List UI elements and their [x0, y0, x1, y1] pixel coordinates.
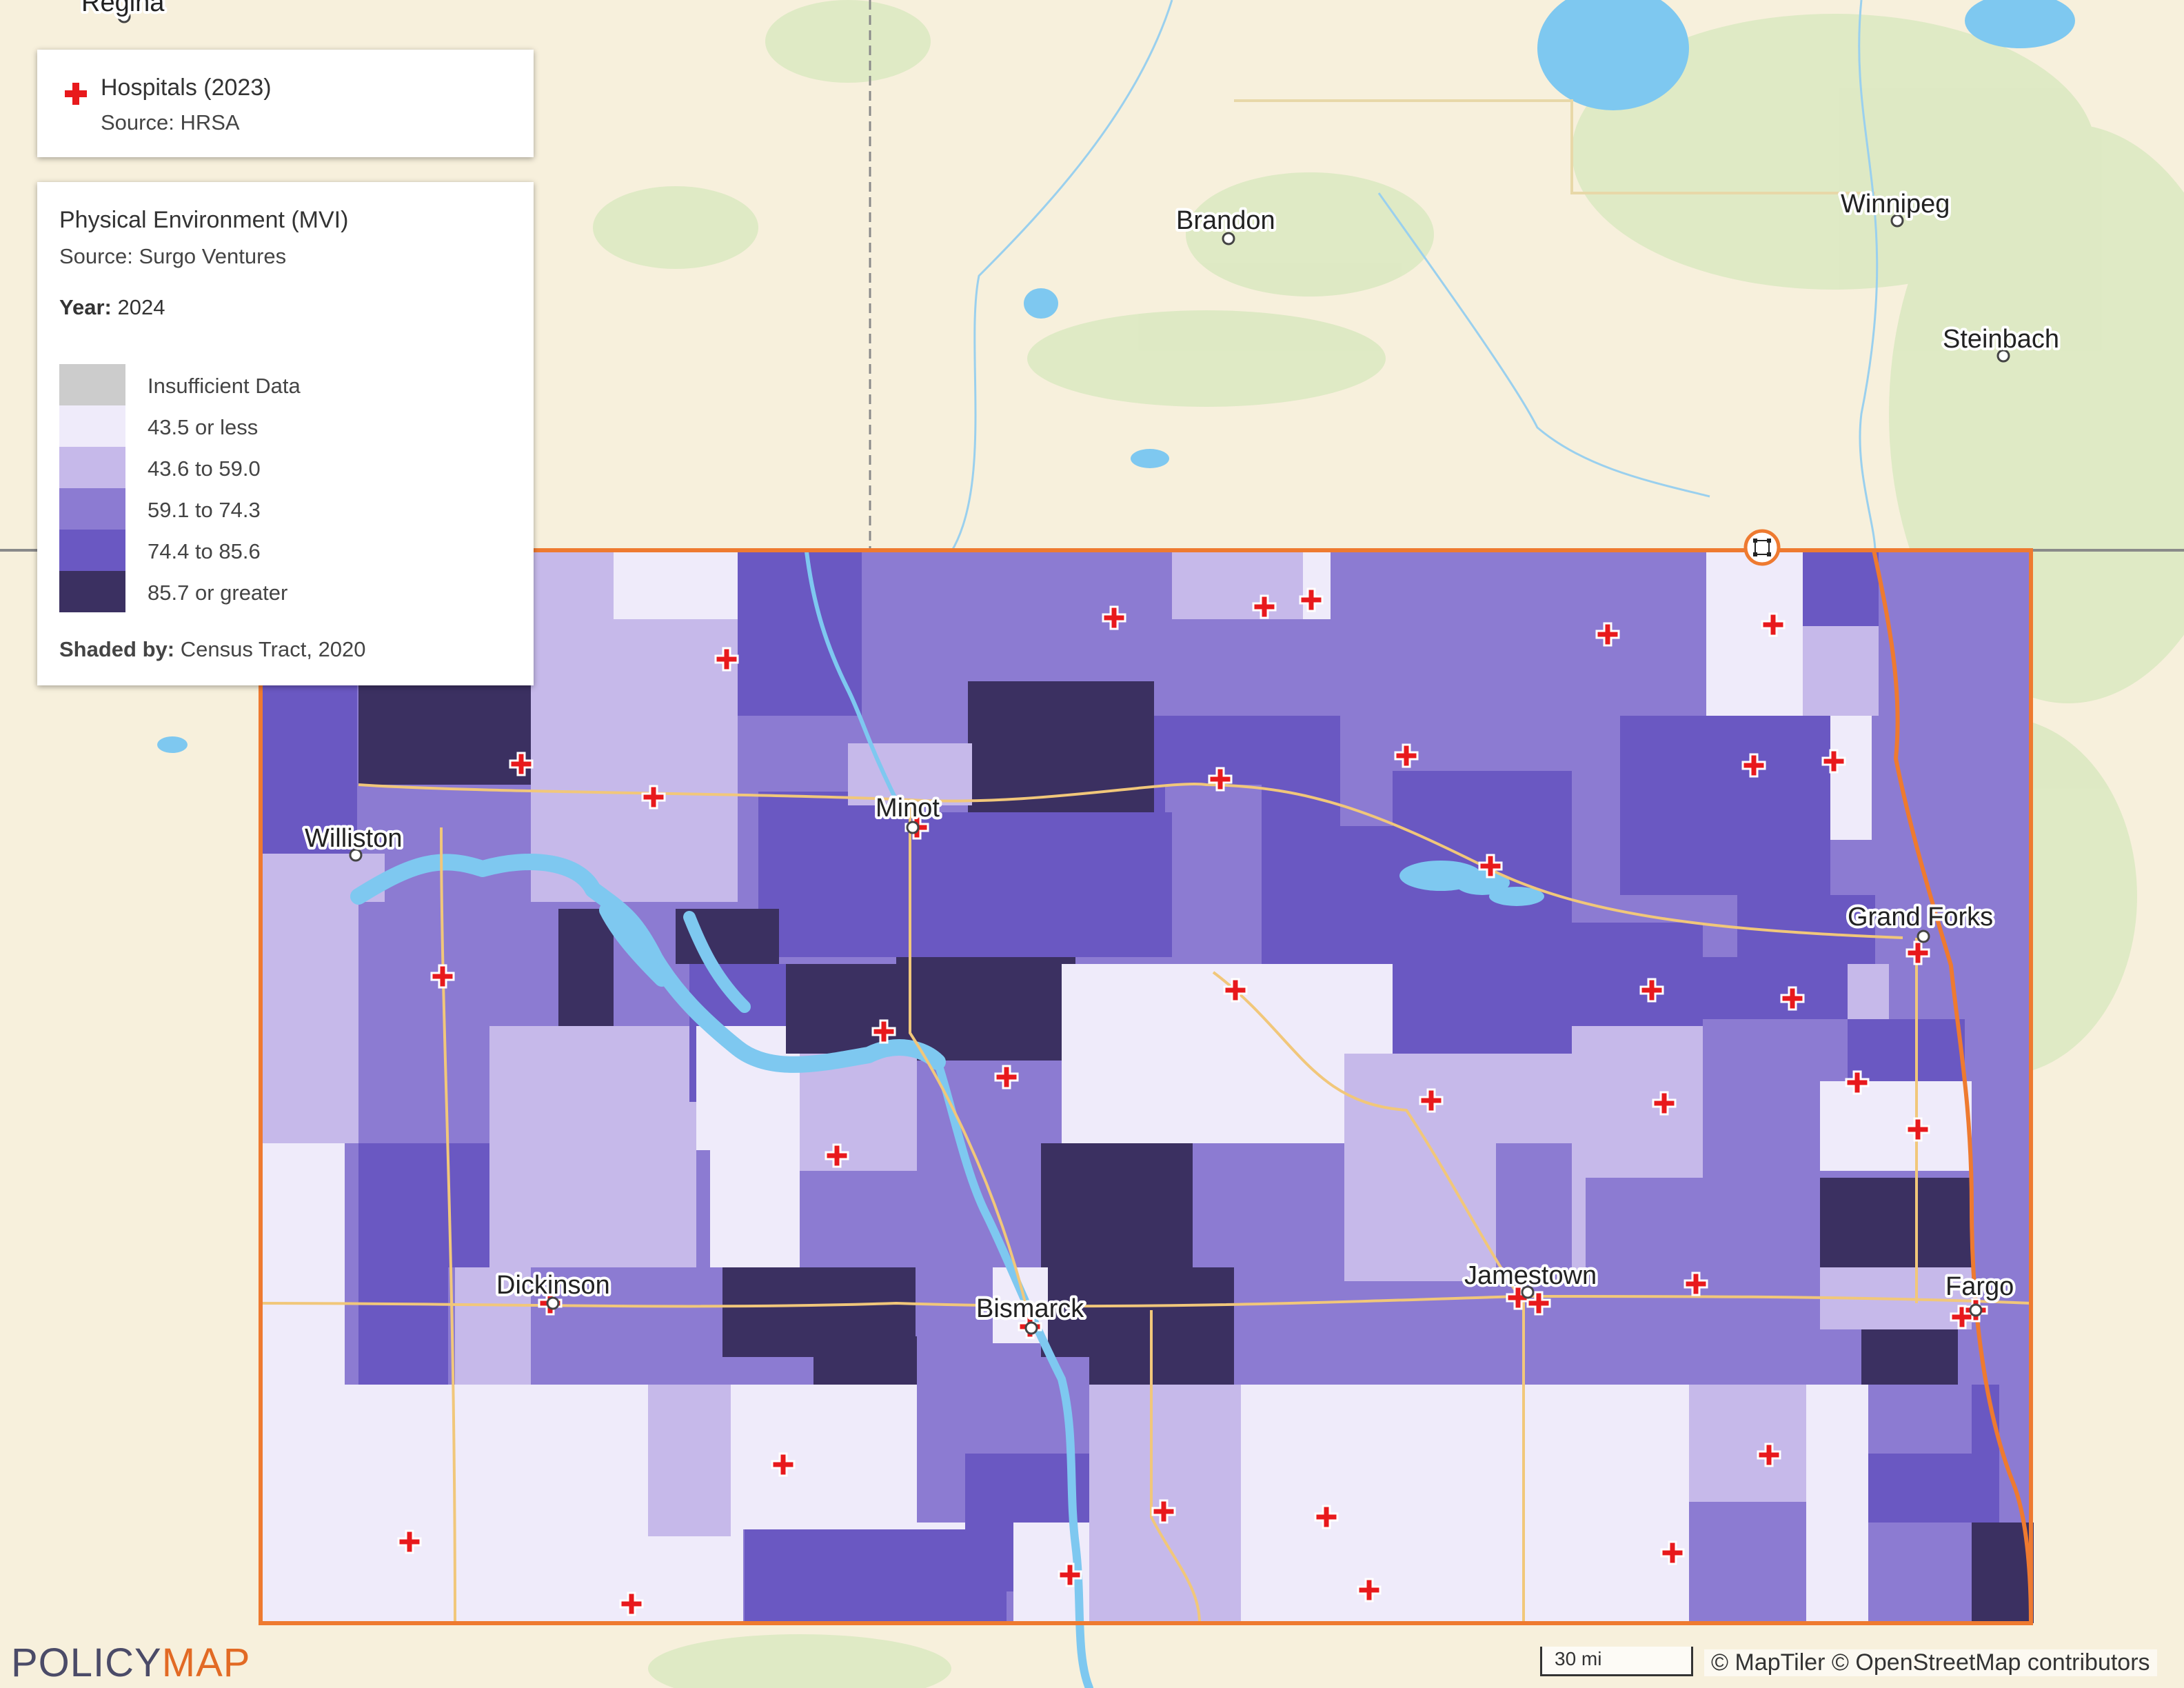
legend-swatch	[59, 447, 125, 488]
legend-bin-label: 85.7 or greater	[148, 581, 288, 605]
scale-label: 30 mi	[1555, 1648, 1602, 1669]
city-label-fargo: Fargo	[1945, 1272, 2014, 1301]
legend-bins: Insufficient Data 43.5 or less 43.6 to 5…	[59, 364, 501, 612]
mvi-legend-source: Source: Surgo Ventures	[59, 244, 287, 268]
legend-swatch	[59, 530, 125, 571]
legend-swatch	[59, 488, 125, 530]
city-label-williston: Williston	[305, 824, 402, 853]
legend-bin-label: 43.5 or less	[148, 415, 259, 439]
fullscreen-icon[interactable]	[1743, 528, 1781, 567]
mvi-legend-title: Physical Environment (MVI)	[59, 207, 349, 233]
map-attribution[interactable]: © MapTiler © OpenStreetMap contributors	[1704, 1649, 2157, 1676]
logo-part2: MAP	[161, 1640, 251, 1685]
city-label-minot: Minot	[876, 794, 940, 823]
scale-bar: 30 mi	[1540, 1647, 1693, 1676]
legend-swatch	[59, 405, 125, 447]
policymap-logo: POLICYMAP	[11, 1640, 250, 1686]
legend-bin: 59.1 to 74.3	[59, 488, 501, 530]
legend-swatch	[59, 364, 125, 405]
city-label-jamestown: Jamestown	[1464, 1261, 1597, 1290]
legend-bin-label: 43.6 to 59.0	[148, 456, 261, 481]
legend-swatch	[59, 571, 125, 612]
mvi-legend: Physical Environment (MVI) Source: Surgo…	[37, 182, 534, 685]
legend-bin: 43.5 or less	[59, 405, 501, 447]
shaded-by-label: Shaded by:	[59, 637, 175, 661]
city-label-dickinson: Dickinson	[496, 1271, 610, 1300]
city-label-regina: Regina	[81, 0, 165, 17]
hospital-legend: Hospitals (2023) Source: HRSA	[37, 50, 534, 157]
legend-bin: 85.7 or greater	[59, 571, 501, 612]
shaded-by: Shaded by: Census Tract, 2020	[59, 637, 366, 662]
legend-bin: Insufficient Data	[59, 364, 501, 405]
hospital-legend-title: Hospitals (2023)	[101, 74, 272, 101]
legend-bin-label: 59.1 to 74.3	[148, 498, 261, 522]
legend-bin-label: 74.4 to 85.6	[148, 539, 261, 563]
legend-bin: 74.4 to 85.6	[59, 530, 501, 571]
legend-bin-label: Insufficient Data	[148, 374, 301, 398]
city-label-bismarck: Bismarck	[976, 1294, 1084, 1323]
city-label-grand-forks: Grand Forks	[1848, 903, 1993, 932]
city-label-brandon: Brandon	[1176, 206, 1275, 235]
city-label-winnipeg: Winnipeg	[1841, 190, 1950, 219]
legend-bin: 43.6 to 59.0	[59, 447, 501, 488]
mvi-legend-year: Year: 2024	[59, 295, 165, 320]
hospital-legend-source: Source: HRSA	[101, 110, 240, 134]
logo-part1: POLICY	[11, 1640, 162, 1685]
city-label-steinbach: Steinbach	[1943, 325, 2059, 354]
year-value: 2024	[117, 295, 165, 319]
red-cross-icon	[65, 83, 87, 105]
year-label: Year:	[59, 295, 112, 319]
shaded-by-value: Census Tract, 2020	[180, 637, 366, 661]
